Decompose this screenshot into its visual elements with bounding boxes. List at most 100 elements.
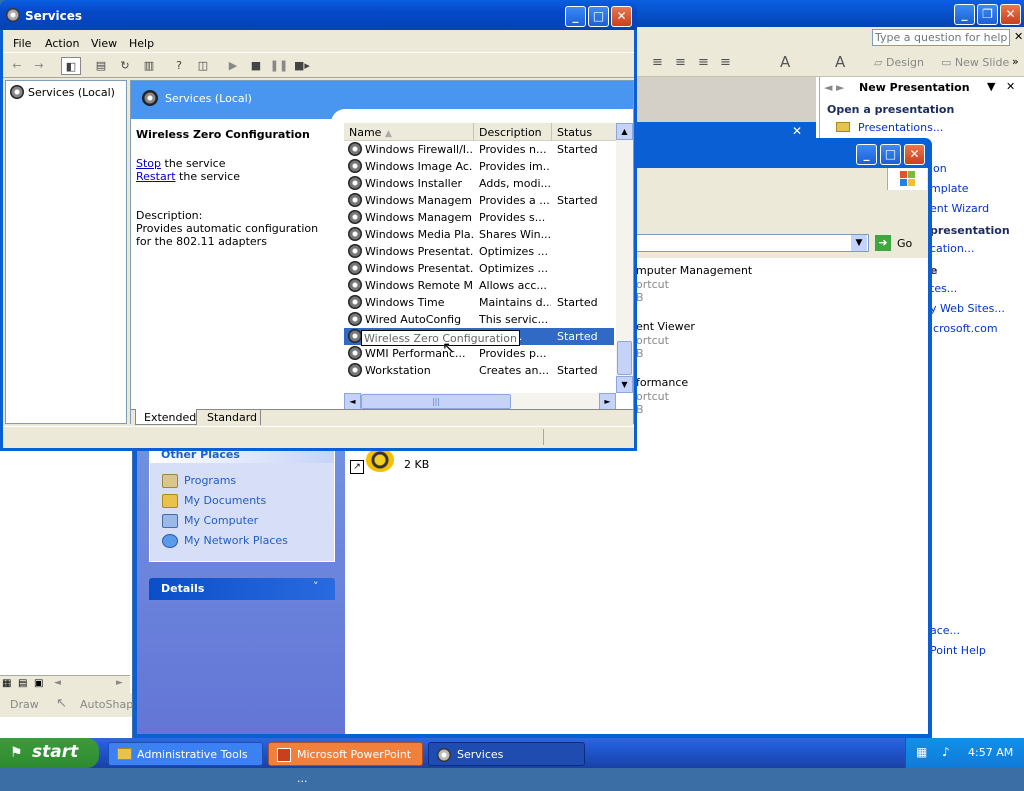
taskbar-item-administrative-tools[interactable]: Administrative Tools (108, 742, 263, 766)
task-pane-close-icon[interactable]: ✕ (1006, 80, 1015, 93)
clock[interactable]: 4:57 AM (968, 746, 1013, 759)
horizontal-scrollbar[interactable]: ◄ ||| ► (344, 393, 616, 410)
stop-link[interactable]: Stop (136, 157, 161, 170)
service-row[interactable]: Windows Firewall/I... Provides n... Starte… (344, 141, 614, 158)
pp-minimize-button[interactable]: _ (954, 4, 975, 25)
console-view-icon[interactable]: ◫ (193, 57, 213, 75)
scroll-right-icon[interactable]: ► (116, 678, 123, 688)
service-row[interactable]: WMI Performanc... Provides p... (344, 345, 614, 362)
help-topic-icon[interactable]: ? (169, 57, 189, 75)
column-status[interactable]: Status (552, 123, 616, 141)
restart-link[interactable]: Restart (136, 170, 176, 183)
pp-close-button[interactable]: ✕ (1000, 4, 1021, 25)
scroll-down-icon[interactable]: ▼ (616, 376, 633, 393)
service-row[interactable]: Windows Media Pla... Shares Win... (344, 226, 614, 243)
back-icon[interactable]: ← (7, 57, 27, 75)
vertical-scrollbar[interactable]: ▲ ▼ (616, 123, 633, 393)
increase-font-icon[interactable]: A (780, 53, 790, 71)
explorer-item-1-name[interactable]: mputer Management (636, 264, 752, 277)
pp-help-close-icon[interactable]: ✕ (1014, 30, 1023, 43)
scroll-left-arrow-icon[interactable]: ◄ (344, 393, 361, 410)
service-row[interactable]: Windows Remote M... Allows acc... (344, 277, 614, 294)
explorer-maximize-button[interactable]: □ (880, 144, 901, 165)
normal-view-icon[interactable]: ▦ (2, 678, 11, 689)
details-expand-icon[interactable]: ˅ (313, 580, 319, 593)
new-slide-button[interactable]: ▭ New Slide (941, 56, 1009, 69)
service-row[interactable]: Windows Managem... Provides a ... Started (344, 192, 614, 209)
details-header[interactable]: Details ˅ (149, 578, 335, 600)
tab-standard[interactable]: Standard (199, 409, 261, 425)
service-row[interactable]: Windows Time Maintains d... Started (344, 294, 614, 311)
tab-extended[interactable]: Extended (135, 409, 197, 425)
taskbar-item-services[interactable]: Services (428, 742, 585, 766)
draw-menu[interactable]: Draw (10, 698, 39, 711)
align-center-icon[interactable]: ≡ (675, 55, 686, 70)
refresh-icon[interactable]: ↻ (115, 57, 135, 75)
explorer-minimize-button[interactable]: _ (856, 144, 877, 165)
font-color-icon[interactable]: A (835, 53, 845, 71)
task-pane-dropdown-icon[interactable]: ▼ (987, 80, 995, 93)
start-service-icon[interactable]: ▶ (223, 57, 243, 75)
services-maximize-button[interactable]: □ (588, 6, 609, 27)
horizontal-scroll-thumb[interactable]: ||| (361, 394, 511, 409)
help-question-input[interactable] (872, 29, 1010, 46)
scroll-left-icon[interactable]: ◄ (54, 678, 61, 688)
pp-restore-button[interactable]: ❐ (977, 4, 998, 25)
taskbar-item-powerpoint[interactable]: Microsoft PowerPoint ... (268, 742, 423, 785)
properties-icon[interactable]: ▤ (91, 57, 111, 75)
sorter-view-icon[interactable]: ▤ (18, 678, 27, 689)
pp-link-1[interactable]: ion (930, 162, 947, 175)
explorer-close-button[interactable]: ✕ (904, 144, 925, 165)
address-dropdown-icon[interactable]: ▼ (851, 235, 867, 251)
export-list-icon[interactable]: ▥ (139, 57, 159, 75)
slideshow-view-icon[interactable]: ▣ (34, 678, 43, 689)
services-close-button[interactable]: ✕ (611, 6, 632, 27)
pp-sites-link[interactable]: tes... (930, 282, 957, 295)
pp-help-link[interactable]: Point Help (930, 644, 986, 657)
service-row[interactable]: Windows Installer Adds, modi... (344, 175, 614, 192)
service-row[interactable]: Workstation Creates an... Started (344, 362, 614, 379)
align-right-icon[interactable]: ≡ (698, 55, 709, 70)
forward-icon[interactable]: → (29, 57, 49, 75)
column-name[interactable]: Name ▲ (344, 123, 474, 141)
keyboard-tray-icon[interactable]: ▦ (916, 745, 927, 759)
explorer-item-2-name[interactable]: ent Viewer (636, 320, 695, 333)
other-places-my-network-places[interactable]: My Network Places (184, 534, 288, 547)
other-places-my-computer[interactable]: My Computer (184, 514, 258, 527)
column-description[interactable]: Description (474, 123, 552, 141)
pp-microsoft-link[interactable]: icrosoft.com (930, 322, 998, 335)
pp-toolbar-options-icon[interactable]: » (1012, 55, 1019, 68)
pause-service-icon[interactable]: ❚❚ (269, 57, 289, 75)
task-pane-back-icon[interactable]: ◄ ► (824, 81, 844, 94)
presentations-link[interactable]: Presentations... (858, 121, 943, 134)
start-button[interactable]: ⚑ start (0, 738, 99, 768)
menu-file[interactable]: File (13, 37, 31, 50)
menu-help[interactable]: Help (129, 37, 154, 50)
service-row[interactable]: Windows Presentat... Optimizes ... (344, 260, 614, 277)
align-left-icon[interactable]: ≡ (652, 55, 663, 70)
justify-icon[interactable]: ≡ (720, 55, 731, 70)
other-places-programs[interactable]: Programs (184, 474, 236, 487)
vertical-scroll-thumb[interactable] (617, 341, 632, 375)
scroll-right-arrow-icon[interactable]: ► (599, 393, 616, 410)
pp-link-2[interactable]: mplate (930, 182, 969, 195)
menu-action[interactable]: Action (45, 37, 79, 50)
pp-ace-link[interactable]: ace... (930, 624, 960, 637)
autoshapes-menu[interactable]: AutoShape (80, 698, 140, 711)
show-hide-tree-icon[interactable]: ◧ (61, 57, 81, 75)
service-row[interactable]: Windows Image Ac... Provides im... (344, 158, 614, 175)
design-button[interactable]: ▱ Design (874, 56, 924, 69)
services-minimize-button[interactable]: _ (565, 6, 586, 27)
stop-service-icon[interactable]: ■ (246, 57, 266, 75)
explorer-item-3-name[interactable]: formance (636, 376, 688, 389)
pp-my-web-sites-link[interactable]: y Web Sites... (930, 302, 1005, 315)
go-button[interactable]: ➜ Go (873, 234, 923, 252)
pp-cation-link[interactable]: cation... (930, 242, 974, 255)
service-row[interactable]: Wired AutoConfig This servic... (344, 311, 614, 328)
restart-service-icon[interactable]: ■▸ (292, 57, 312, 75)
pp-link-3[interactable]: ent Wizard (930, 202, 989, 215)
service-row[interactable]: Windows Presentat... Optimizes ... (344, 243, 614, 260)
volume-tray-icon[interactable]: ♪ (942, 745, 950, 759)
scroll-up-icon[interactable]: ▲ (616, 123, 633, 140)
menu-view[interactable]: View (91, 37, 117, 50)
